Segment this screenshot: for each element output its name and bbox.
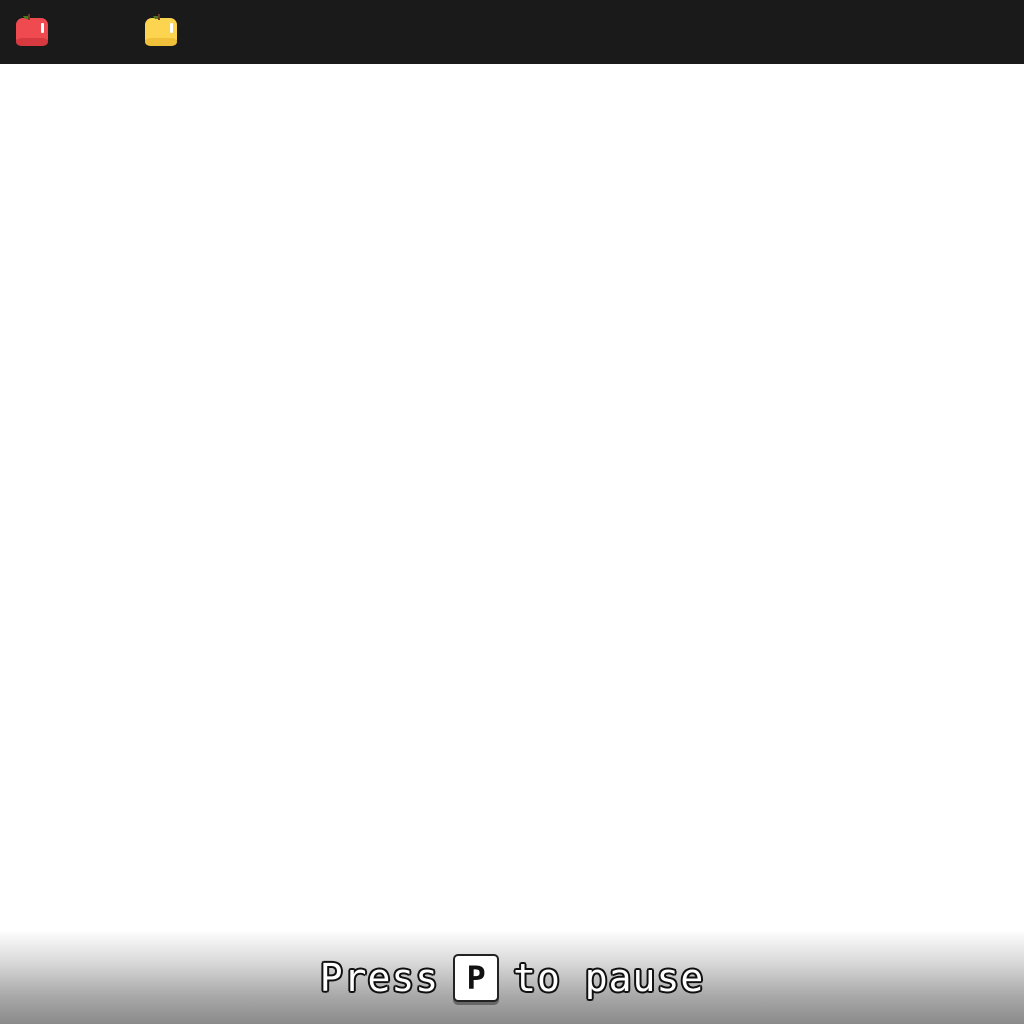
pause-key-icon: P (453, 954, 500, 1002)
hint-suffix: to pause (513, 956, 705, 1000)
game-screen: Press P to pause (0, 0, 1024, 1024)
game-play-area[interactable] (0, 64, 1024, 930)
hint-prefix: Press (319, 956, 440, 1000)
top-hud-bar (0, 0, 1024, 64)
yellow-apple-icon (144, 14, 178, 48)
red-apple-icon (15, 14, 49, 48)
pause-hint: Press P to pause (0, 953, 1024, 1003)
